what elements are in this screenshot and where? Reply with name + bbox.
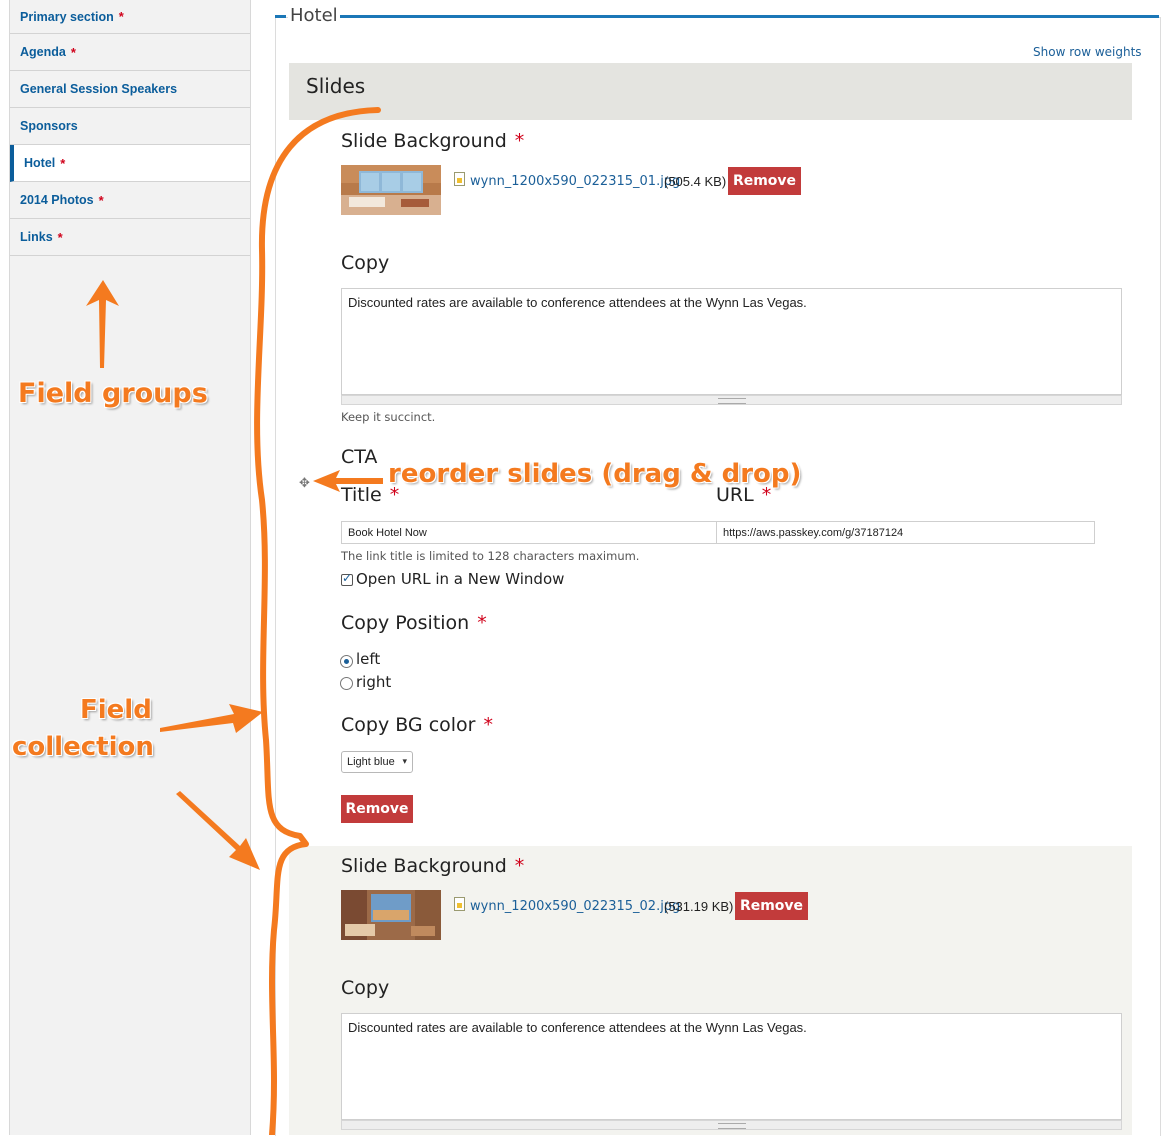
file-link[interactable]: wynn_1200x590_022315_02.jpg [470, 899, 680, 914]
tab-label: Agenda [20, 45, 66, 59]
tab-label: Sponsors [20, 119, 78, 133]
copy-label: Copy [341, 977, 390, 999]
fieldset-border-accent [275, 15, 286, 18]
cta-title-input[interactable]: Book Hotel Now [341, 521, 717, 544]
file-size: (531.19 KB) [664, 899, 734, 914]
label-text: Slide Background [341, 855, 507, 877]
remove-file-button[interactable]: Remove [728, 167, 801, 195]
fieldset-border-accent [336, 15, 1159, 18]
copy-help-text: Keep it succinct. [341, 410, 436, 424]
tab-label: Links [20, 230, 53, 244]
slides-header: Slides [289, 63, 1132, 120]
tab-label: Primary section [20, 9, 114, 24]
cta-label: CTA [341, 446, 378, 468]
slides-title: Slides [306, 74, 366, 98]
copy-textarea[interactable]: Discounted rates are available to confer… [341, 1013, 1122, 1120]
required-marker: * [477, 612, 487, 634]
cta-url-input[interactable]: https://aws.passkey.com/g/37187124 [716, 521, 1095, 544]
copy-position-label: Copy Position * [341, 612, 487, 634]
textarea-resize-grip[interactable] [341, 1120, 1122, 1130]
label-text: Copy BG color [341, 714, 476, 736]
tab-label: Hotel [24, 156, 56, 170]
title-help-text: The link title is limited to 128 charact… [341, 549, 640, 563]
required-marker: * [70, 44, 76, 60]
image-file-icon [454, 172, 465, 186]
annotation-field-collection-line2: collection [12, 732, 154, 762]
label-text: Title [341, 484, 382, 506]
slide-background-label: Slide Background * [341, 130, 524, 152]
remove-file-button[interactable]: Remove [735, 892, 808, 920]
tab-links[interactable]: Links * [10, 219, 250, 256]
required-marker: * [118, 9, 124, 24]
show-row-weights-link[interactable]: Show row weights [1033, 45, 1142, 59]
file-link[interactable]: wynn_1200x590_022315_01.jpg [470, 174, 680, 189]
slide-thumbnail [341, 890, 441, 940]
bg-color-select[interactable]: Light blue ▾ [341, 751, 413, 773]
new-window-label: Open URL in a New Window [356, 570, 565, 588]
select-value: Light blue [347, 756, 395, 768]
copy-bg-color-label: Copy BG color * [341, 714, 493, 736]
slide-background-label: Slide Background * [341, 855, 524, 877]
required-marker: * [60, 155, 66, 171]
new-window-checkbox[interactable] [341, 571, 353, 586]
tab-sponsors[interactable]: Sponsors [10, 108, 250, 145]
textarea-resize-grip[interactable] [341, 395, 1122, 405]
required-marker: * [514, 855, 525, 877]
tab-general-session-speakers[interactable]: General Session Speakers [10, 71, 250, 108]
position-right-radio[interactable] [340, 677, 353, 690]
vertical-tabs: Primary section * Agenda * General Session… [9, 0, 251, 1135]
file-size: (505.4 KB) [664, 174, 727, 189]
tab-2014-photos[interactable]: 2014 Photos * [10, 182, 250, 219]
copy-label: Copy [341, 252, 390, 274]
tab-label: 2014 Photos [20, 193, 94, 207]
chevron-down-icon: ▾ [402, 756, 407, 766]
fieldset-legend: Hotel [288, 5, 340, 26]
annotation-field-collection-line1: Field [80, 695, 152, 725]
move-icon[interactable]: ✥ [299, 476, 310, 491]
tab-label: General Session Speakers [20, 82, 178, 96]
image-file-icon [454, 897, 465, 911]
tab-hotel[interactable]: Hotel * [10, 145, 250, 182]
required-marker: * [514, 130, 525, 152]
required-marker: * [483, 714, 493, 736]
required-marker: * [57, 229, 63, 245]
annotation-field-groups: Field groups [18, 378, 208, 409]
copy-textarea[interactable]: Discounted rates are available to confer… [341, 288, 1122, 395]
annotation-reorder: reorder slides (drag & drop) [388, 459, 802, 489]
position-left-label: left [356, 650, 381, 668]
label-text: Slide Background [341, 130, 507, 152]
position-right-label: right [356, 673, 392, 691]
position-left-radio[interactable] [340, 655, 353, 668]
slide-thumbnail [341, 165, 441, 215]
required-marker: * [98, 192, 104, 208]
tab-agenda[interactable]: Agenda * [10, 34, 250, 71]
tab-primary-section[interactable]: Primary section * [10, 0, 250, 34]
remove-slide-button[interactable]: Remove [341, 795, 413, 823]
label-text: Copy Position [341, 612, 470, 634]
